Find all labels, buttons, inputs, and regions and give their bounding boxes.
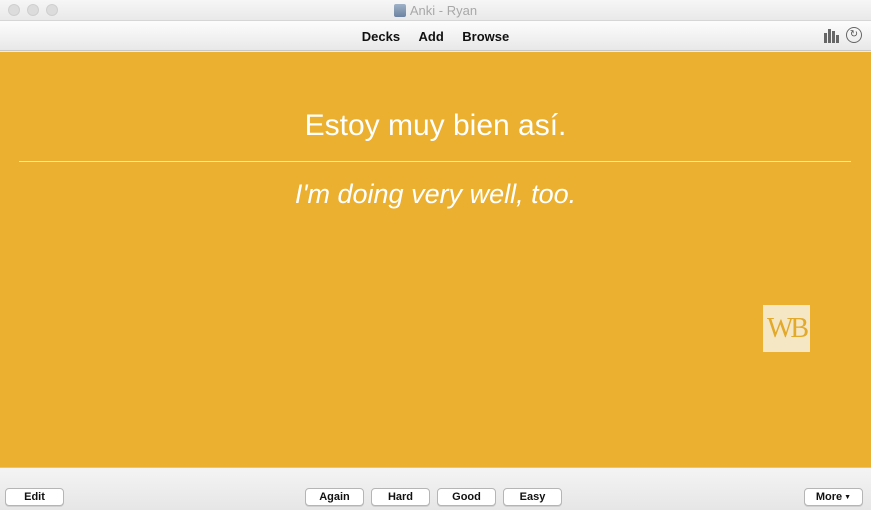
window-title-container: Anki - Ryan — [0, 3, 871, 18]
decks-link[interactable]: Decks — [362, 29, 400, 44]
card-back-text: I'm doing very well, too. — [294, 179, 577, 209]
browse-link[interactable]: Browse — [462, 29, 509, 44]
easy-button[interactable]: Easy — [503, 488, 562, 506]
window-title: Anki - Ryan — [409, 3, 478, 18]
sync-icon[interactable]: ↻ — [846, 27, 862, 43]
again-button[interactable]: Again — [305, 488, 364, 506]
more-button-label: More — [815, 491, 843, 503]
edit-button[interactable]: Edit — [5, 488, 64, 506]
toolbar-nav: Decks Add Browse — [0, 28, 871, 46]
more-button[interactable]: More ▼ — [804, 488, 863, 506]
chevron-down-icon: ▼ — [844, 494, 852, 501]
good-button[interactable]: Good — [437, 488, 496, 506]
hard-button[interactable]: Hard — [371, 488, 430, 506]
anki-app-icon — [393, 4, 406, 17]
main-toolbar: Decks Add Browse ↻ — [0, 21, 871, 51]
answer-divider — [19, 161, 851, 162]
card-front-text: Estoy muy bien así. — [304, 109, 567, 142]
title-bar: Anki - Ryan — [0, 0, 871, 21]
review-bottom-bar: Edit Again Hard Good Easy More ▼ — [0, 467, 871, 510]
stats-icon[interactable] — [824, 29, 840, 43]
wb-logo: WB — [763, 305, 810, 352]
add-link[interactable]: Add — [419, 29, 444, 44]
card-display: Estoy muy bien así. I'm doing very well,… — [0, 52, 871, 467]
